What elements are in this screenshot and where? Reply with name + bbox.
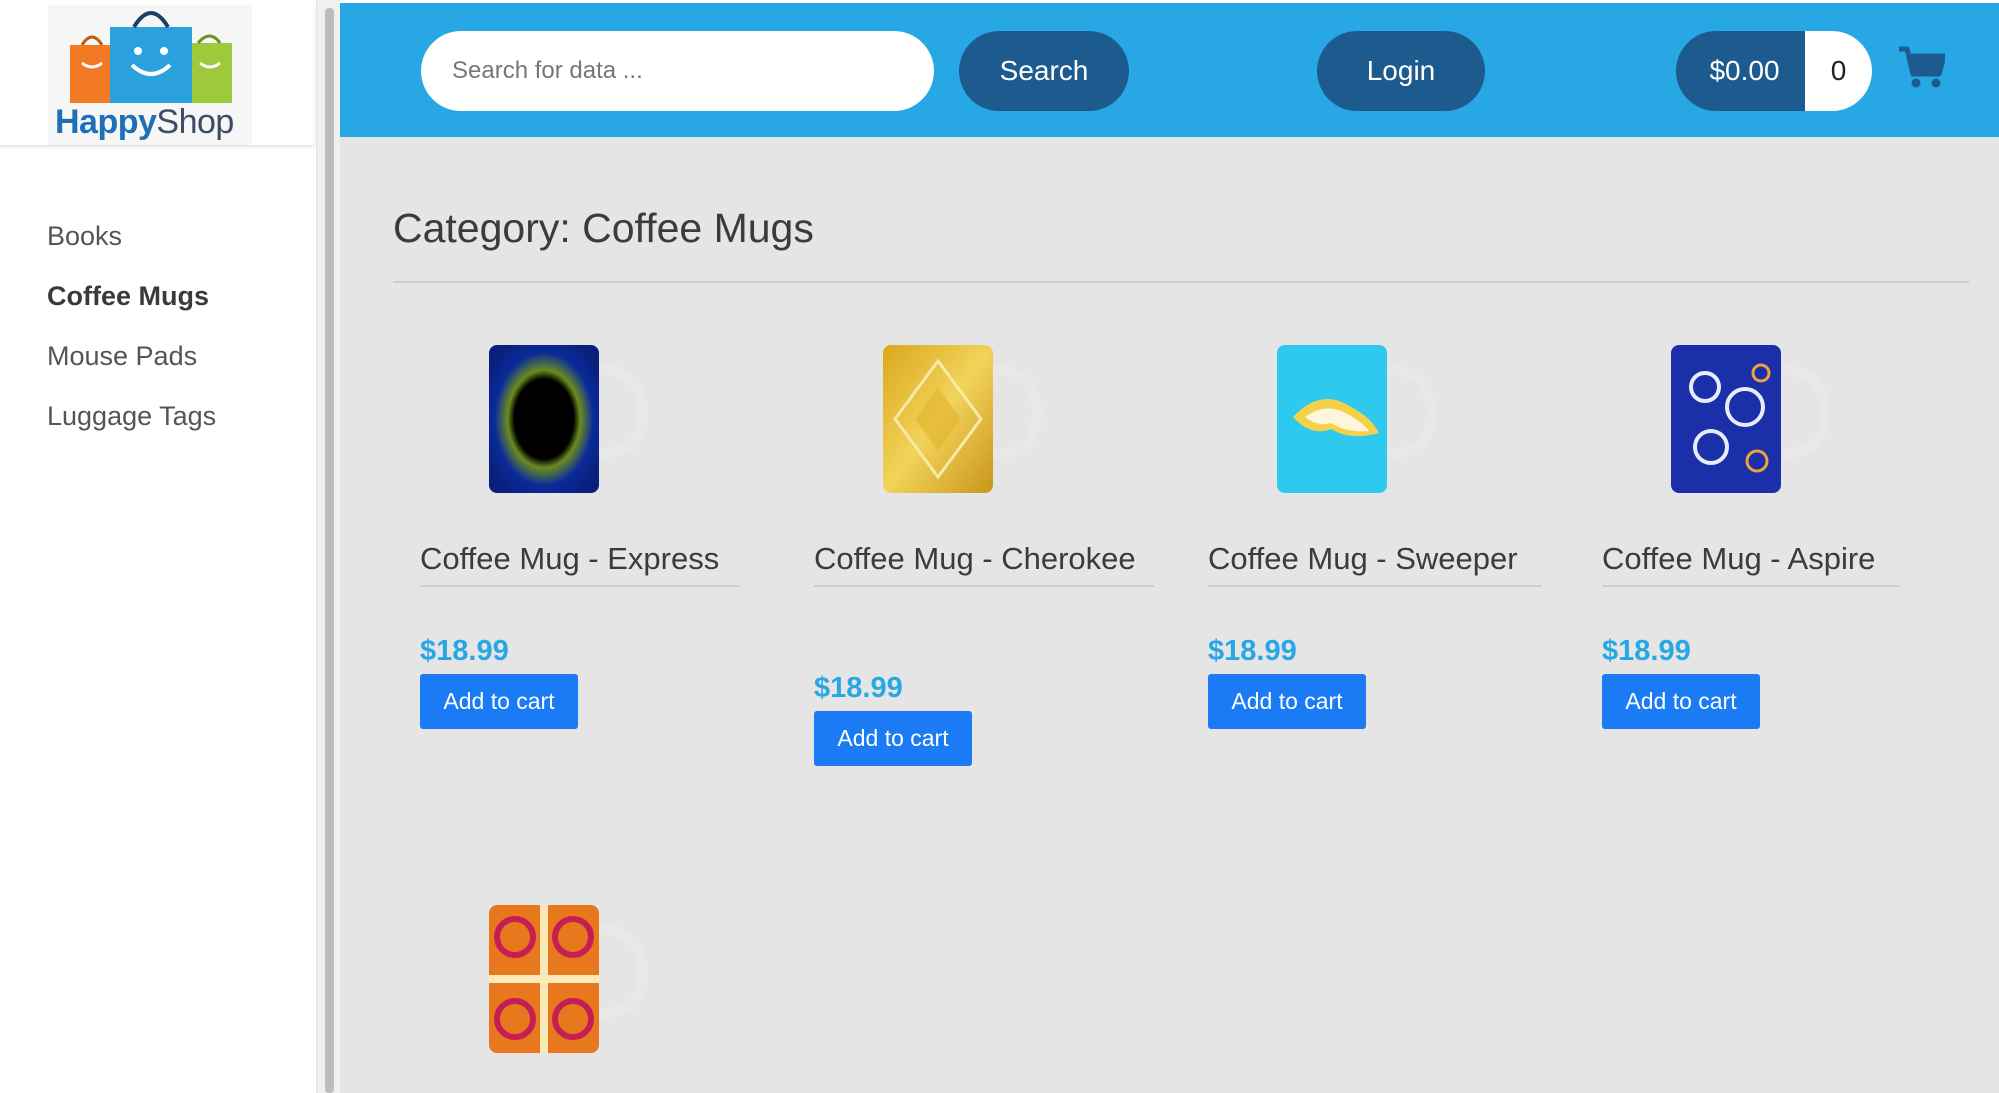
title-divider <box>393 281 1969 283</box>
product-price: $18.99 <box>814 672 903 704</box>
product-card <box>420 897 760 1093</box>
scrollbar-thumb[interactable] <box>325 8 334 1093</box>
add-to-cart-button[interactable]: Add to cart <box>814 711 972 766</box>
page-title: Category: Coffee Mugs <box>393 205 814 251</box>
sidebar-item-books[interactable]: Books <box>47 214 216 274</box>
product-name[interactable]: Coffee Mug - Sweeper <box>1208 540 1542 587</box>
product-price: $18.99 <box>1602 635 1691 667</box>
product-card: Coffee Mug - Express $18.99 Add to cart <box>420 337 760 737</box>
product-image-express[interactable] <box>483 337 651 497</box>
sidebar-item-coffee-mugs[interactable]: Coffee Mugs <box>47 274 216 334</box>
add-to-cart-button[interactable]: Add to cart <box>1602 674 1760 729</box>
shopping-cart-icon[interactable] <box>1899 46 1945 88</box>
cart-total[interactable]: $0.00 <box>1676 31 1805 111</box>
product-card: Coffee Mug - Aspire $18.99 Add to cart <box>1602 337 1942 737</box>
sidebar-item-mouse-pads[interactable]: Mouse Pads <box>47 334 216 394</box>
logo-word-happy: Happy <box>55 103 157 141</box>
sidebar-item-luggage-tags[interactable]: Luggage Tags <box>47 394 216 454</box>
add-to-cart-button[interactable]: Add to cart <box>420 674 578 729</box>
product-card: Coffee Mug - Cherokee $18.99 Add to cart <box>814 337 1154 767</box>
search-button[interactable]: Search <box>959 31 1129 111</box>
product-image-sweeper[interactable] <box>1271 337 1439 497</box>
product-price: $18.99 <box>1208 635 1297 667</box>
sidebar-scrollbar[interactable] <box>316 0 340 1093</box>
product-image-spiral[interactable] <box>483 897 651 1057</box>
product-price: $18.99 <box>420 635 509 667</box>
main-content: Category: Coffee Mugs Coffee Mug - Expre… <box>340 137 1999 1093</box>
cart-summary[interactable]: $0.00 0 <box>1676 31 1872 111</box>
logo-text: HappyShop <box>55 103 234 142</box>
top-header: Search Login $0.00 0 <box>340 3 1999 137</box>
logo-container[interactable]: HappyShop <box>0 3 314 145</box>
logo-word-shop: Shop <box>156 103 234 141</box>
search-input[interactable] <box>421 31 934 111</box>
category-nav: Books Coffee Mugs Mouse Pads Luggage Tag… <box>47 214 216 454</box>
product-image-aspire[interactable] <box>1665 337 1833 497</box>
login-button[interactable]: Login <box>1317 31 1485 111</box>
add-to-cart-button[interactable]: Add to cart <box>1208 674 1366 729</box>
product-name[interactable]: Coffee Mug - Cherokee <box>814 540 1154 587</box>
cart-count[interactable]: 0 <box>1805 31 1872 111</box>
product-name[interactable]: Coffee Mug - Express <box>420 540 740 587</box>
product-card: Coffee Mug - Sweeper $18.99 Add to cart <box>1208 337 1548 737</box>
sidebar: HappyShop Books Coffee Mugs Mouse Pads L… <box>0 0 316 1093</box>
product-image-cherokee[interactable] <box>877 337 1045 497</box>
product-name[interactable]: Coffee Mug - Aspire <box>1602 540 1900 587</box>
